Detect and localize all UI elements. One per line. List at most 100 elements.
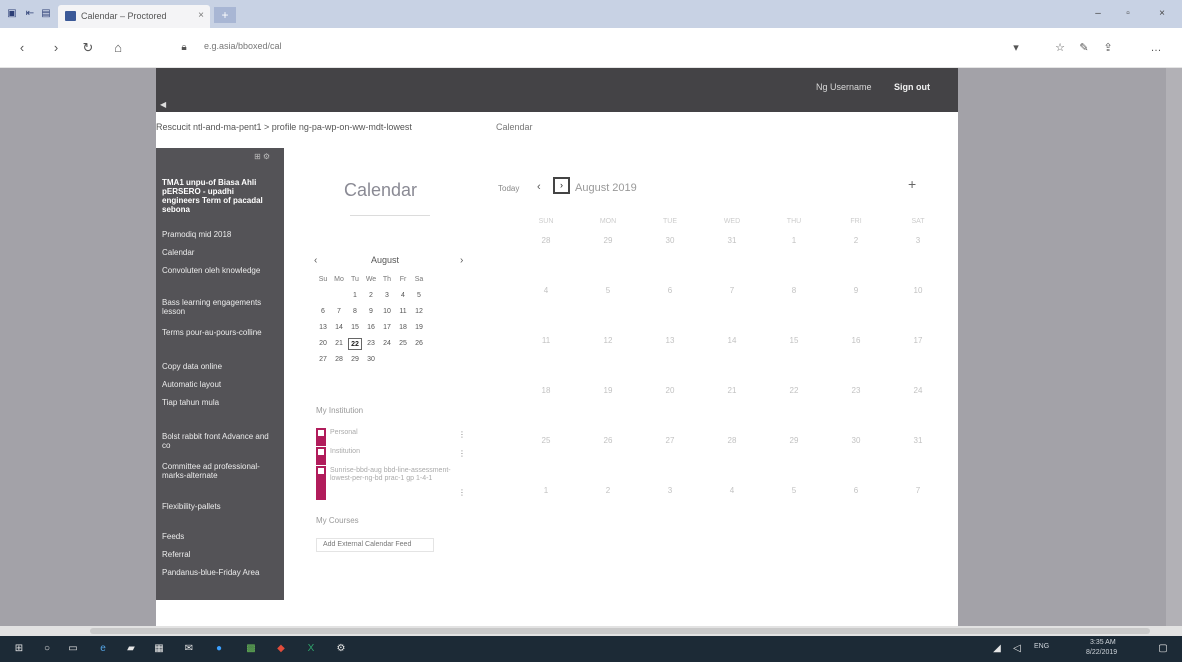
month-day-cell[interactable]: 28 bbox=[516, 236, 576, 286]
maximize-button[interactable]: ▫ bbox=[1118, 7, 1138, 21]
task-view-icon[interactable]: ▭ bbox=[66, 642, 80, 656]
search-icon[interactable]: ○ bbox=[40, 642, 54, 656]
mini-calendar-day[interactable]: 14 bbox=[332, 322, 346, 334]
previous-month-button[interactable]: ‹ bbox=[537, 181, 541, 193]
calendar-list-item[interactable]: Institution ⋮ bbox=[316, 447, 466, 465]
month-day-cell[interactable]: 14 bbox=[702, 336, 762, 386]
horizontal-scrollbar[interactable] bbox=[0, 626, 1182, 636]
mail-icon[interactable]: ✉ bbox=[182, 642, 196, 656]
browser-tab-calendar[interactable]: Calendar – Proctored × bbox=[58, 5, 210, 28]
favorites-icon[interactable]: ☆ bbox=[1052, 40, 1068, 56]
course-nav-item[interactable]: Tiap tahun mula bbox=[162, 398, 274, 407]
settings-gear-icon[interactable]: ⚙ bbox=[334, 642, 348, 656]
mini-calendar-day[interactable]: 7 bbox=[332, 306, 346, 318]
month-day-cell[interactable]: 21 bbox=[702, 386, 762, 436]
month-day-cell[interactable]: 10 bbox=[888, 286, 948, 336]
reading-view-icon[interactable]: ▾ bbox=[1008, 40, 1024, 56]
month-day-cell[interactable]: 18 bbox=[516, 386, 576, 436]
mini-calendar-day[interactable]: 20 bbox=[316, 338, 330, 350]
mini-calendar-next-button[interactable]: › bbox=[460, 255, 463, 266]
month-day-cell[interactable]: 30 bbox=[826, 436, 886, 486]
month-day-cell[interactable]: 11 bbox=[516, 336, 576, 386]
calendar-options-icon[interactable]: ⋮ bbox=[458, 488, 466, 497]
month-day-cell[interactable]: 3 bbox=[888, 236, 948, 286]
month-day-cell[interactable]: 24 bbox=[888, 386, 948, 436]
mini-calendar-day[interactable]: 29 bbox=[348, 354, 362, 366]
month-day-cell[interactable]: 5 bbox=[578, 286, 638, 336]
breadcrumb[interactable]: Rescucit ntl-and-ma-pent1 > profile ng-p… bbox=[156, 122, 496, 132]
clock-date[interactable]: 8/22/2019 bbox=[1086, 649, 1117, 656]
excel-icon[interactable]: X bbox=[304, 642, 318, 656]
mini-calendar-day[interactable]: 24 bbox=[380, 338, 394, 350]
add-event-button[interactable]: + bbox=[908, 176, 916, 192]
start-icon[interactable]: ⊞ bbox=[12, 642, 26, 656]
address-url[interactable]: e.g.asia/bboxed/cal bbox=[204, 41, 504, 51]
calendar-checkbox[interactable] bbox=[317, 429, 325, 437]
new-tab-button[interactable]: + bbox=[214, 7, 236, 23]
month-day-cell[interactable]: 7 bbox=[702, 286, 762, 336]
month-day-cell[interactable]: 19 bbox=[578, 386, 638, 436]
course-nav-item[interactable]: Committee ad professional-marks-alternat… bbox=[162, 462, 274, 480]
month-day-cell[interactable]: 16 bbox=[826, 336, 886, 386]
course-nav-item[interactable]: Copy data online bbox=[162, 362, 274, 371]
mini-calendar-day[interactable]: 13 bbox=[316, 322, 330, 334]
month-day-cell[interactable]: 23 bbox=[826, 386, 886, 436]
course-nav-item[interactable]: Flexibility-pallets bbox=[162, 502, 274, 511]
month-day-cell[interactable]: 7 bbox=[888, 486, 948, 536]
calendar-list-item[interactable]: Personal ⋮ bbox=[316, 428, 466, 446]
course-title[interactable]: TMA1 unpu-of Biasa Ahli pERSERO - upadhi… bbox=[162, 178, 272, 214]
refresh-icon[interactable]: ↻ bbox=[80, 40, 96, 56]
back-arrow-icon[interactable]: ‹ bbox=[14, 40, 30, 56]
mini-calendar-day[interactable]: 21 bbox=[332, 338, 346, 350]
mini-calendar-day[interactable]: 16 bbox=[364, 322, 378, 334]
edge-browser-icon[interactable]: e bbox=[96, 642, 110, 656]
month-day-cell[interactable]: 9 bbox=[826, 286, 886, 336]
month-day-cell[interactable]: 4 bbox=[516, 286, 576, 336]
course-nav-item[interactable]: Pramodiq mid 2018 bbox=[162, 230, 274, 239]
course-nav-tools-icon[interactable]: ⊞ ⚙ bbox=[254, 152, 270, 161]
mini-calendar-prev-button[interactable]: ‹ bbox=[314, 255, 317, 266]
month-day-cell[interactable]: 31 bbox=[888, 436, 948, 486]
logout-link[interactable]: Sign out bbox=[894, 82, 930, 92]
minimize-button[interactable]: – bbox=[1088, 7, 1108, 21]
language-indicator[interactable]: ENG bbox=[1034, 643, 1049, 650]
month-day-cell[interactable]: 30 bbox=[640, 236, 700, 286]
month-day-cell[interactable]: 13 bbox=[640, 336, 700, 386]
month-day-cell[interactable]: 3 bbox=[640, 486, 700, 536]
calendar-checkbox[interactable] bbox=[317, 448, 325, 456]
month-day-cell[interactable]: 8 bbox=[764, 286, 824, 336]
month-day-cell[interactable]: 22 bbox=[764, 386, 824, 436]
chrome-icon[interactable]: ● bbox=[212, 642, 226, 656]
month-day-cell[interactable]: 12 bbox=[578, 336, 638, 386]
spreadsheet-app-icon[interactable]: ▩ bbox=[244, 642, 258, 656]
month-day-cell[interactable]: 29 bbox=[578, 236, 638, 286]
forward-arrow-icon[interactable]: › bbox=[48, 40, 64, 56]
more-menu-icon[interactable]: … bbox=[1148, 40, 1164, 56]
annotate-icon[interactable]: ✎ bbox=[1076, 40, 1092, 56]
course-nav-item[interactable]: Automatic layout bbox=[162, 380, 274, 389]
mini-calendar-day[interactable]: 28 bbox=[332, 354, 346, 366]
close-tab-icon[interactable]: × bbox=[198, 10, 204, 21]
course-nav-item[interactable]: Bass learning engagements lesson bbox=[162, 298, 274, 316]
collapse-sidebar-icon[interactable]: ◀ bbox=[160, 100, 166, 109]
mini-calendar-day[interactable]: 26 bbox=[412, 338, 426, 350]
mini-calendar-day[interactable]: 5 bbox=[412, 290, 426, 302]
month-day-cell[interactable]: 31 bbox=[702, 236, 762, 286]
close-window-button[interactable]: × bbox=[1152, 7, 1172, 21]
calendar-options-icon[interactable]: ⋮ bbox=[458, 430, 466, 439]
mini-calendar-day[interactable]: 2 bbox=[364, 290, 378, 302]
add-external-calendar-button[interactable]: Add External Calendar Feed bbox=[316, 538, 434, 552]
month-day-cell[interactable]: 25 bbox=[516, 436, 576, 486]
share-icon[interactable]: ⇪ bbox=[1100, 40, 1116, 56]
month-day-cell[interactable]: 28 bbox=[702, 436, 762, 486]
horizontal-scroll-thumb[interactable] bbox=[90, 628, 1150, 634]
mini-calendar-day[interactable]: 6 bbox=[316, 306, 330, 318]
month-day-cell[interactable]: 2 bbox=[578, 486, 638, 536]
back-tabs-icon[interactable]: ⇤ bbox=[24, 8, 36, 19]
mini-calendar-day[interactable]: 19 bbox=[412, 322, 426, 334]
file-explorer-icon[interactable]: ▰ bbox=[124, 642, 138, 656]
course-nav-item[interactable]: Terms pour-au-pours-colline bbox=[162, 328, 274, 337]
month-day-cell[interactable]: 4 bbox=[702, 486, 762, 536]
month-day-cell[interactable]: 5 bbox=[764, 486, 824, 536]
tab-list-icon[interactable]: ▤ bbox=[40, 8, 52, 19]
